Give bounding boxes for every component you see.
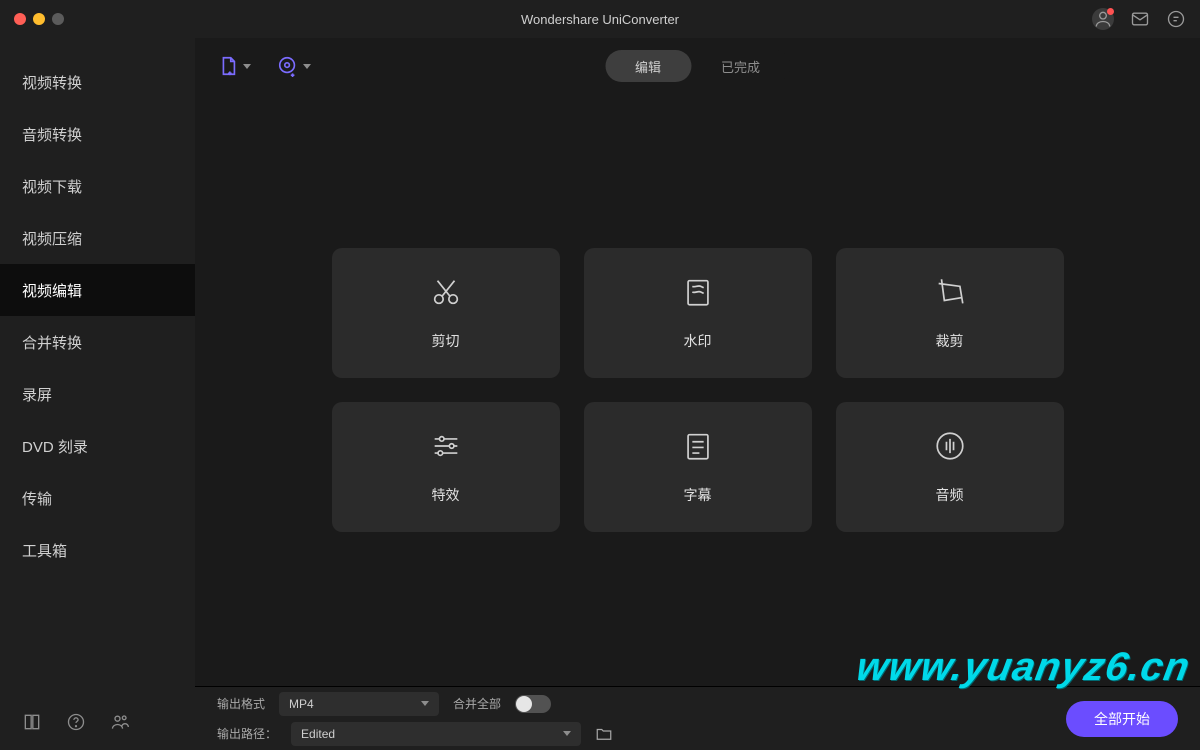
card-subtitle[interactable]: 字幕 xyxy=(584,402,812,532)
sidebar-item-label: 视频编辑 xyxy=(22,280,82,301)
watermark-icon xyxy=(681,275,715,309)
sidebar-item-video-edit[interactable]: 视频编辑 xyxy=(0,264,195,316)
maximize-window-button[interactable] xyxy=(52,13,64,25)
output-format-label: 输出格式 xyxy=(217,695,265,712)
card-crop[interactable]: 裁剪 xyxy=(836,248,1064,378)
output-format-value: MP4 xyxy=(289,697,314,711)
card-audio[interactable]: 音频 xyxy=(836,402,1064,532)
sidebar-item-merge-convert[interactable]: 合并转换 xyxy=(0,316,195,368)
toggle-knob xyxy=(516,696,532,712)
tab-label: 编辑 xyxy=(635,57,661,76)
notification-dot xyxy=(1107,8,1114,15)
tab-editing[interactable]: 编辑 xyxy=(605,50,691,82)
card-watermark[interactable]: 水印 xyxy=(584,248,812,378)
sidebar-item-transfer[interactable]: 传输 xyxy=(0,472,195,524)
start-all-button[interactable]: 全部开始 xyxy=(1066,701,1178,737)
sidebar-item-label: 音频转换 xyxy=(22,124,82,145)
sidebar-item-label: DVD 刻录 xyxy=(22,436,88,457)
sidebar-item-label: 工具箱 xyxy=(22,540,67,561)
sidebar: 视频转换 音频转换 视频下载 视频压缩 视频编辑 合并转换 录屏 DVD 刻录 … xyxy=(0,38,195,750)
help-icon[interactable] xyxy=(66,712,86,732)
window-controls xyxy=(14,13,64,25)
card-grid: 剪切 水印 裁剪 特效 字幕 音频 xyxy=(332,248,1064,532)
sidebar-bottom xyxy=(0,694,195,750)
audio-icon xyxy=(933,429,967,463)
sidebar-item-dvd-burn[interactable]: DVD 刻录 xyxy=(0,420,195,472)
file-add-icon xyxy=(217,55,239,77)
merge-all-toggle[interactable] xyxy=(515,695,551,713)
minimize-window-button[interactable] xyxy=(33,13,45,25)
subtitle-icon xyxy=(681,429,715,463)
card-label: 裁剪 xyxy=(936,331,964,351)
sidebar-item-video-convert[interactable]: 视频转换 xyxy=(0,56,195,108)
sidebar-item-screen-record[interactable]: 录屏 xyxy=(0,368,195,420)
folder-icon[interactable] xyxy=(595,725,613,743)
feedback-icon[interactable] xyxy=(1166,9,1186,29)
chevron-down-icon xyxy=(421,701,429,706)
chevron-down-icon xyxy=(563,731,571,736)
sidebar-item-video-compress[interactable]: 视频压缩 xyxy=(0,212,195,264)
sidebar-item-audio-convert[interactable]: 音频转换 xyxy=(0,108,195,160)
disc-add-icon xyxy=(277,55,299,77)
output-path-value: Edited xyxy=(301,727,335,741)
card-label: 剪切 xyxy=(432,331,460,351)
tab-finished[interactable]: 已完成 xyxy=(691,50,790,82)
account-avatar[interactable] xyxy=(1092,8,1114,30)
sliders-icon xyxy=(429,429,463,463)
sidebar-item-label: 合并转换 xyxy=(22,332,82,353)
sidebar-item-video-download[interactable]: 视频下载 xyxy=(0,160,195,212)
tab-label: 已完成 xyxy=(721,57,760,76)
output-path-select[interactable]: Edited xyxy=(291,722,581,746)
sidebar-item-label: 传输 xyxy=(22,488,52,509)
card-effects[interactable]: 特效 xyxy=(332,402,560,532)
card-label: 音频 xyxy=(936,485,964,505)
merge-all-label: 合并全部 xyxy=(453,695,501,712)
card-label: 特效 xyxy=(432,485,460,505)
app-title: Wondershare UniConverter xyxy=(521,12,679,27)
sidebar-item-label: 录屏 xyxy=(22,384,52,405)
add-media-button[interactable] xyxy=(277,55,311,77)
sidebar-item-label: 视频压缩 xyxy=(22,228,82,249)
scissors-icon xyxy=(429,275,463,309)
footer: 输出格式 MP4 合并全部 输出路径： Edited 全部开始 xyxy=(195,686,1200,750)
footer-row-format: 输出格式 MP4 合并全部 xyxy=(217,692,1178,716)
guide-icon[interactable] xyxy=(22,712,42,732)
close-window-button[interactable] xyxy=(14,13,26,25)
sidebar-item-label: 视频转换 xyxy=(22,72,82,93)
card-trim[interactable]: 剪切 xyxy=(332,248,560,378)
segmented-control: 编辑 已完成 xyxy=(605,50,790,82)
titlebar-right xyxy=(1092,8,1186,30)
crop-icon xyxy=(933,275,967,309)
chevron-down-icon xyxy=(243,64,251,69)
card-label: 字幕 xyxy=(684,485,712,505)
add-file-button[interactable] xyxy=(217,55,251,77)
footer-row-path: 输出路径： Edited xyxy=(217,722,1178,746)
sidebar-item-toolbox[interactable]: 工具箱 xyxy=(0,524,195,576)
chevron-down-icon xyxy=(303,64,311,69)
start-all-label: 全部开始 xyxy=(1094,711,1150,727)
main: 编辑 已完成 剪切 水印 裁剪 特效 字幕 xyxy=(195,38,1200,750)
toolbar: 编辑 已完成 xyxy=(195,38,1200,94)
output-path-label: 输出路径： xyxy=(217,725,277,742)
card-area: 剪切 水印 裁剪 特效 字幕 音频 xyxy=(195,94,1200,686)
mail-icon[interactable] xyxy=(1130,9,1150,29)
sidebar-item-label: 视频下载 xyxy=(22,176,82,197)
card-label: 水印 xyxy=(684,331,712,351)
output-format-select[interactable]: MP4 xyxy=(279,692,439,716)
titlebar: Wondershare UniConverter xyxy=(0,0,1200,38)
toolbar-left xyxy=(217,55,311,77)
account-icon[interactable] xyxy=(110,712,130,732)
